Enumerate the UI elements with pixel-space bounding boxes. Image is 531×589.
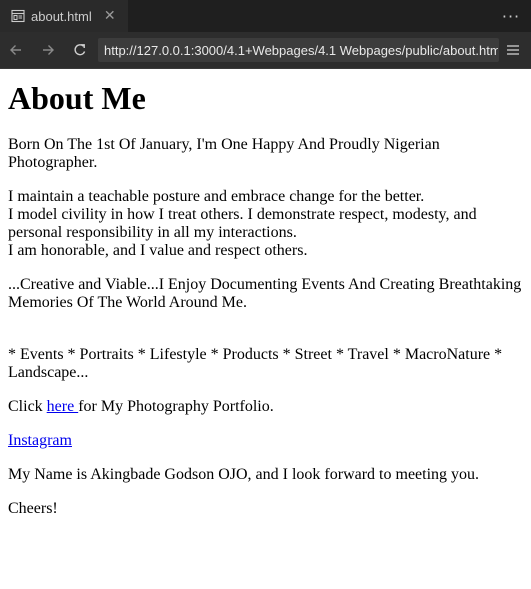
portfolio-link[interactable]: here [47, 398, 79, 415]
tab-bar: about.html ✕ ··· [0, 0, 531, 32]
portfolio-prefix: Click [8, 398, 47, 415]
signoff-paragraph: Cheers! [8, 500, 58, 517]
page-content: About Me Born On The 1st Of January, I'm… [8, 69, 523, 534]
preview-icon [11, 9, 25, 23]
menu-button[interactable] [503, 40, 523, 60]
hamburger-menu-icon [507, 45, 519, 55]
line-break [8, 312, 523, 330]
instagram-paragraph: Instagram [8, 432, 523, 450]
arrow-left-icon [10, 45, 21, 55]
value-line: I model civility in how I treat others. … [8, 206, 477, 241]
forward-button[interactable] [32, 34, 64, 66]
navigation-bar [0, 32, 531, 69]
more-actions-icon[interactable]: ··· [497, 2, 525, 30]
url-input[interactable] [104, 42, 498, 58]
portfolio-suffix: for My Photography Portfolio. [78, 398, 274, 415]
name-paragraph: My Name is Akingbade Godson OJO, and I l… [8, 466, 480, 483]
genres-paragraph: * Events * Portraits * Lifestyle * Produ… [8, 346, 503, 381]
reload-button[interactable] [64, 34, 96, 66]
creative-text: ...Creative and Viable...I Enjoy Documen… [8, 276, 522, 311]
reload-icon [74, 44, 86, 56]
tab-about[interactable]: about.html ✕ [0, 0, 129, 32]
instagram-link[interactable]: Instagram [8, 432, 72, 449]
back-button[interactable] [0, 34, 32, 66]
creative-paragraph: ...Creative and Viable...I Enjoy Documen… [8, 276, 523, 330]
page-title: About Me [8, 80, 146, 116]
values-paragraph: I maintain a teachable posture and embra… [8, 188, 523, 260]
value-line: I am honorable, and I value and respect … [8, 242, 308, 259]
tab-title: about.html [31, 8, 92, 24]
arrow-right-icon [43, 45, 54, 55]
value-line: I maintain a teachable posture and embra… [8, 188, 425, 205]
portfolio-paragraph: Click here for My Photography Portfolio. [8, 398, 523, 416]
intro-paragraph: Born On The 1st Of January, I'm One Happ… [8, 136, 440, 171]
address-bar[interactable] [98, 38, 499, 62]
close-icon[interactable]: ✕ [102, 8, 118, 24]
